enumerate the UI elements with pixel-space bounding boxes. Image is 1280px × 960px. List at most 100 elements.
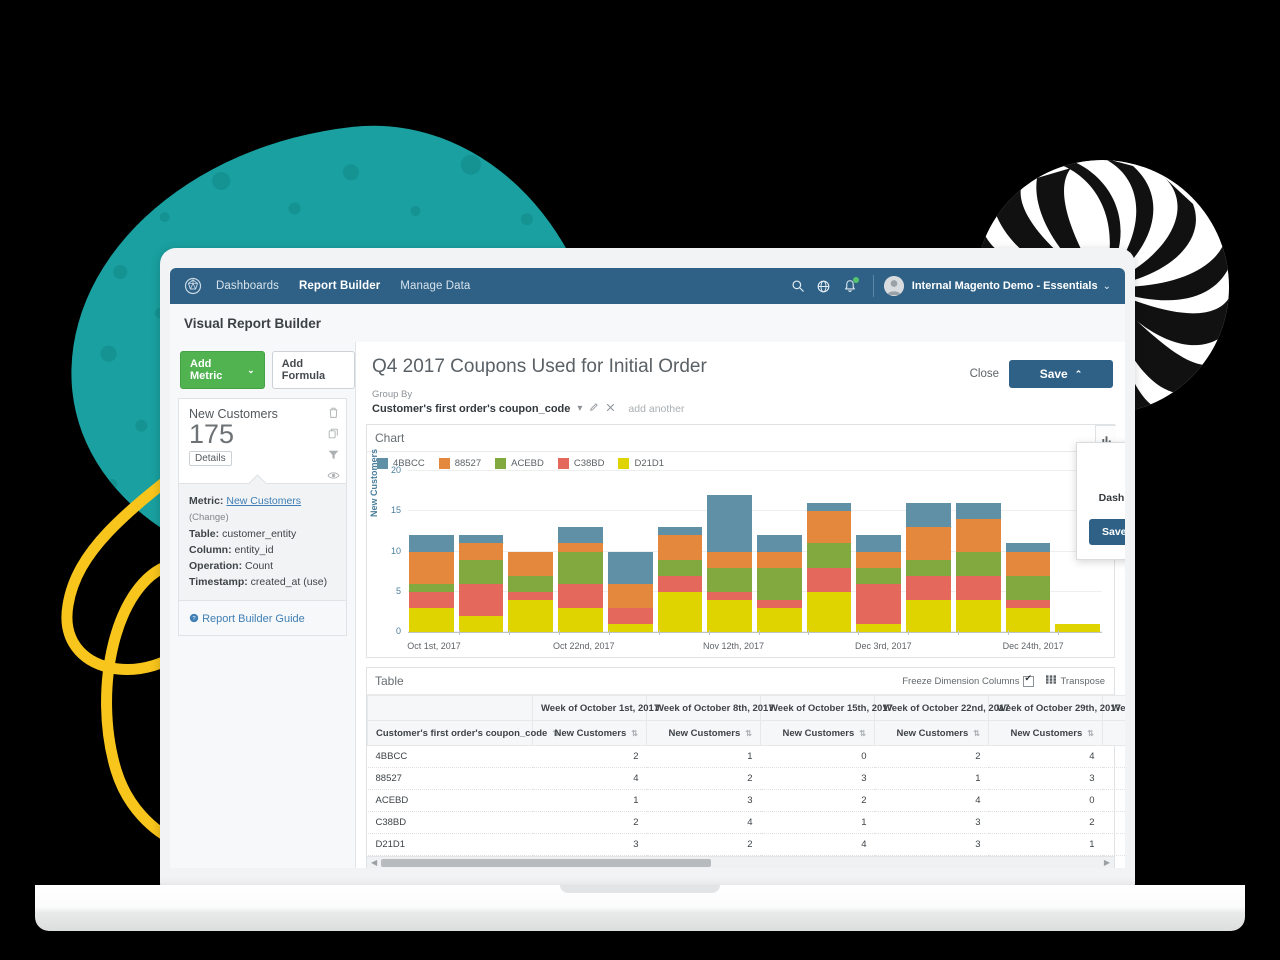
- table-cell-value: 3: [874, 833, 989, 856]
- legend-item-ACEBD[interactable]: ACEBD: [495, 458, 544, 469]
- operation-value: Count: [245, 560, 274, 572]
- table-metric-header[interactable]: New Customers ⇅: [760, 720, 875, 746]
- close-x-icon[interactable]: [606, 403, 615, 415]
- chart-bar[interactable]: [558, 527, 603, 632]
- change-link[interactable]: (Change): [189, 512, 229, 523]
- chart-bar[interactable]: [607, 551, 653, 632]
- bar-segment-C38BD: [757, 599, 802, 608]
- sort-arrows-icon[interactable]: ⇅: [859, 729, 866, 738]
- table-metric-header[interactable]: New Customers ⇅: [988, 720, 1103, 746]
- eye-icon[interactable]: [327, 469, 340, 482]
- bar-segment-C38BD: [955, 575, 1001, 600]
- chart-bar[interactable]: [906, 503, 951, 632]
- nav-manage-data[interactable]: Manage Data: [400, 280, 470, 292]
- table-metric-header[interactable]: New Customers ⇅: [532, 720, 647, 746]
- legend-item-D21D1[interactable]: D21D1: [618, 458, 664, 469]
- chart-bar[interactable]: [657, 527, 703, 632]
- add-formula-button[interactable]: Add Formula: [271, 351, 355, 389]
- table-row[interactable]: 4BBCC 2 1 0 2 4: [367, 745, 1125, 768]
- sort-arrows-icon[interactable]: ⇅: [745, 729, 752, 738]
- table-metric-header[interactable]: New Customers ⇅: [874, 720, 989, 746]
- freeze-dimension-columns-toggle[interactable]: Freeze Dimension Columns: [902, 673, 1035, 687]
- scroll-left-arrow-icon[interactable]: ◀: [371, 858, 377, 867]
- legend-item-C38BD[interactable]: C38BD: [557, 458, 604, 469]
- table-group-header-row: Week of October 1st, 2017 Week of October…: [367, 695, 1125, 721]
- table-horizontal-scrollbar[interactable]: ◀ ▶: [367, 856, 1114, 868]
- table-row[interactable]: ACEBD 1 3 2 4 0: [367, 789, 1125, 812]
- search-icon[interactable]: [785, 273, 811, 299]
- freeze-label-text: Freeze Dimension Columns: [902, 675, 1020, 687]
- metric-detail-table-row: Table: customer_entity: [189, 526, 336, 542]
- chevron-down-icon: ⌄: [247, 364, 255, 375]
- bar-segment-D21D1: [806, 591, 852, 632]
- globe-icon[interactable]: [811, 273, 837, 299]
- table-dimension-header[interactable]: Customer's first order's coupon_code⇅: [367, 720, 559, 746]
- x-tick-mark: [1058, 630, 1060, 635]
- close-button[interactable]: Close: [970, 368, 999, 380]
- table-cell-value: [1102, 767, 1125, 790]
- group-by-label: Group By: [372, 389, 413, 400]
- sort-arrows-icon[interactable]: ⇅: [973, 729, 980, 738]
- table-row[interactable]: D21D1 3 2 4 3 1: [367, 833, 1125, 856]
- legend-item-88527[interactable]: 88527: [438, 458, 481, 469]
- nav-report-builder[interactable]: Report Builder: [299, 280, 380, 292]
- trash-icon[interactable]: [327, 406, 340, 419]
- chart-bar[interactable]: [508, 551, 554, 632]
- table-row[interactable]: C38BD 2 4 1 3 2: [367, 811, 1125, 834]
- screenshot-stage: Dashboards Report Builder Manage Data In…: [0, 0, 1280, 960]
- add-another-link[interactable]: add another: [628, 403, 684, 415]
- chart-bar[interactable]: [707, 495, 753, 632]
- filter-icon[interactable]: [327, 448, 340, 461]
- chart-bar[interactable]: [955, 503, 1001, 632]
- duplicate-icon[interactable]: [327, 427, 340, 440]
- details-button[interactable]: Details: [189, 451, 232, 467]
- bell-icon[interactable]: [837, 273, 863, 299]
- bar-segment-88527: [1005, 551, 1051, 576]
- dodecahedron-logo-icon[interactable]: [184, 277, 202, 295]
- table-cell-dimension: D21D1: [367, 833, 533, 856]
- laptop-screen: Dashboards Report Builder Manage Data In…: [170, 268, 1125, 868]
- chart-bar[interactable]: [806, 503, 852, 632]
- chart-bar[interactable]: [458, 535, 504, 632]
- notification-badge: [852, 277, 859, 283]
- chart-x-axis-line: [408, 632, 1102, 633]
- sort-arrows-icon[interactable]: ⇅: [631, 729, 638, 738]
- bar-segment-D21D1: [707, 599, 753, 632]
- bar-segment-ACEBD: [409, 583, 454, 592]
- table-group-header: Week of October 29th, 2017: [988, 695, 1121, 721]
- chart-bar[interactable]: [757, 535, 802, 632]
- bar-segment-D21D1: [906, 599, 951, 632]
- chart-bar[interactable]: [1055, 623, 1101, 632]
- x-tick-mark: [458, 630, 460, 635]
- table-row[interactable]: 88527 4 2 3 1 3: [367, 767, 1125, 790]
- transpose-button[interactable]: Transpose: [1046, 675, 1105, 687]
- table-metric-header[interactable]: New: [1102, 720, 1125, 746]
- avatar[interactable]: [883, 276, 904, 296]
- metric-value-link[interactable]: New Customers: [226, 495, 301, 507]
- account-name[interactable]: Internal Magento Demo - Essentials: [912, 280, 1098, 292]
- save-to-dashboard-button[interactable]: Save to Dashboard: [1089, 519, 1125, 545]
- scrollbar-thumb[interactable]: [381, 859, 711, 867]
- table-metric-header[interactable]: New Customers ⇅: [646, 720, 761, 746]
- group-by-value[interactable]: Customer's first order's coupon_code: [372, 403, 570, 415]
- bar-segment-4BBCC: [856, 535, 902, 552]
- save-button[interactable]: Save ⌃: [1009, 360, 1113, 388]
- metric-header-label: New Customers: [554, 727, 627, 739]
- bar-segment-ACEBD: [508, 575, 554, 592]
- freeze-checkbox[interactable]: [1023, 673, 1035, 687]
- chevron-down-icon[interactable]: ▾: [577, 403, 582, 414]
- report-builder-guide-row[interactable]: ? Report Builder Guide: [178, 601, 347, 636]
- chart-bar[interactable]: [409, 535, 454, 632]
- help-circle-icon[interactable]: ?: [189, 613, 202, 625]
- pencil-icon[interactable]: [589, 402, 599, 415]
- chart-bar[interactable]: [1005, 543, 1051, 632]
- metric-header-label: New Customers: [668, 727, 741, 739]
- add-metric-button[interactable]: Add Metric ⌄: [180, 351, 265, 389]
- sort-arrows-icon[interactable]: ⇅: [1087, 729, 1094, 738]
- chart-bar[interactable]: [856, 535, 902, 632]
- nav-dashboards[interactable]: Dashboards: [216, 280, 279, 292]
- avatar-svg: [883, 276, 904, 296]
- scroll-right-arrow-icon[interactable]: ▶: [1104, 858, 1110, 867]
- report-builder-guide-label[interactable]: Report Builder Guide: [202, 613, 305, 625]
- account-caret-icon[interactable]: ⌄: [1103, 281, 1111, 292]
